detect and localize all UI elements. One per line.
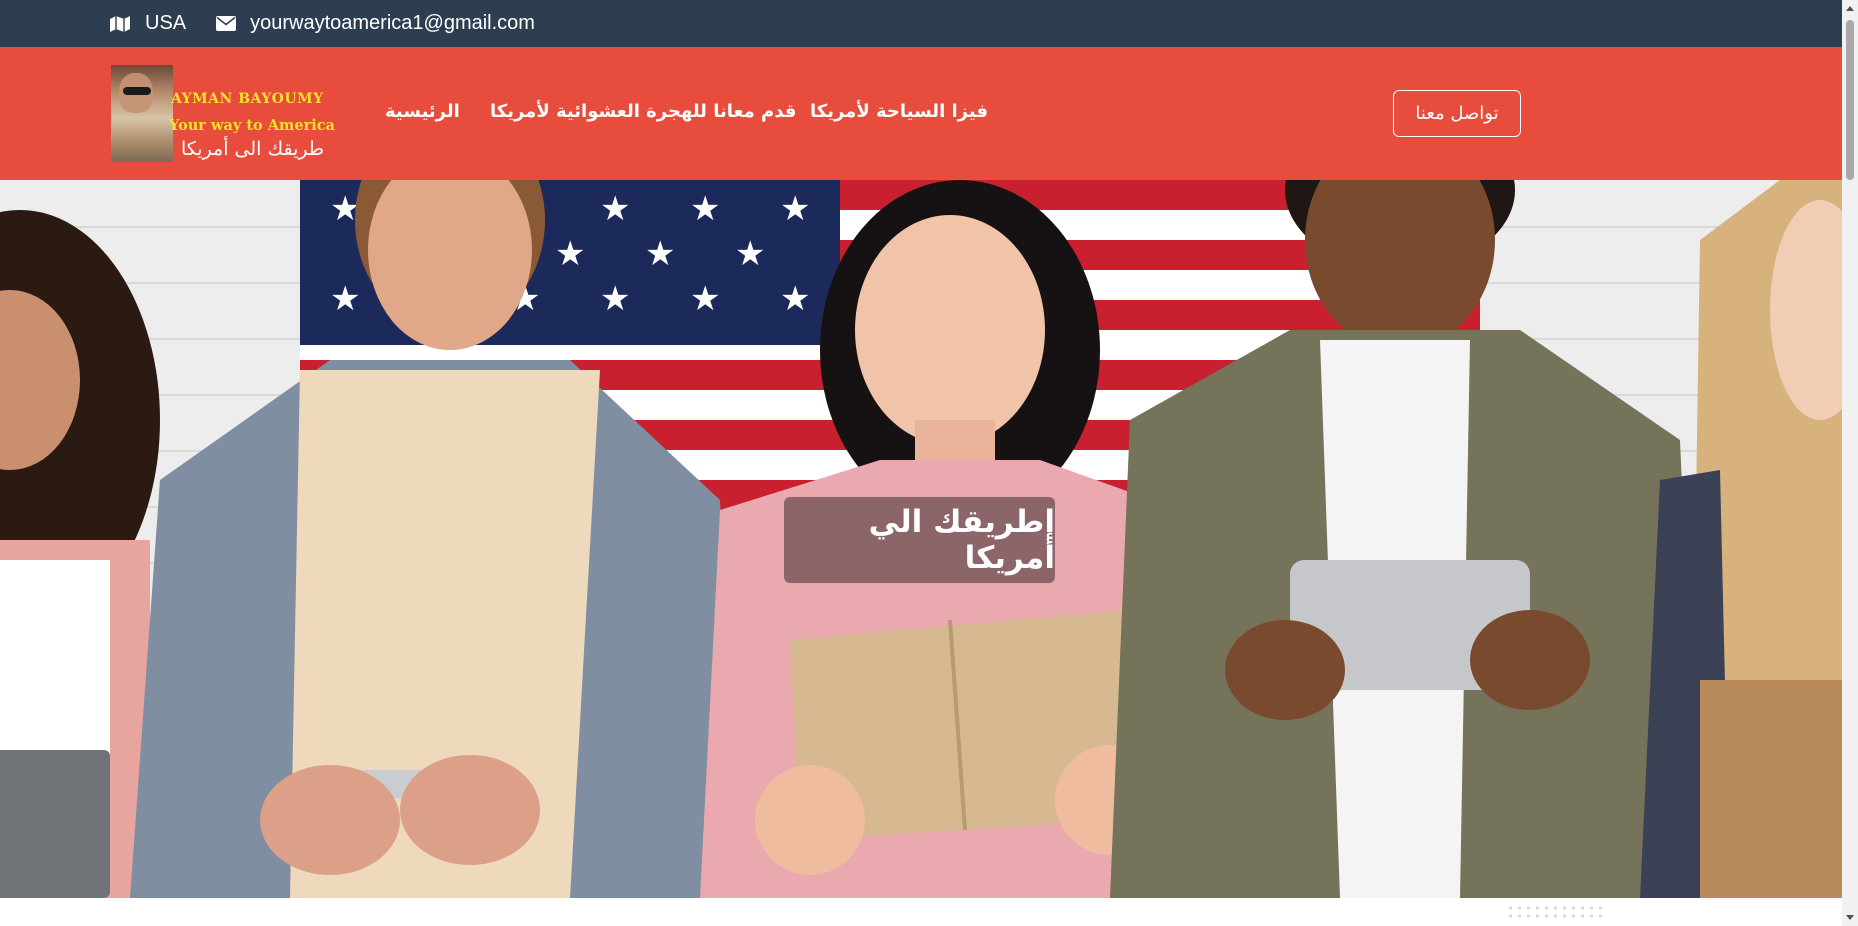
location-info: USA — [109, 12, 186, 35]
svg-text:★: ★ — [555, 234, 585, 274]
svg-text:★: ★ — [600, 189, 630, 229]
svg-text:★: ★ — [645, 234, 675, 274]
svg-text:★: ★ — [690, 189, 720, 229]
nav-home-link[interactable]: الرئيسية — [385, 101, 460, 122]
location-text: USA — [145, 12, 187, 34]
hero-banner: ★★★★★★ ★★★★★ ★★★★★★ — [0, 180, 1842, 898]
svg-text:★: ★ — [690, 279, 720, 319]
svg-text:★: ★ — [330, 279, 360, 319]
hero-caption: إطريقك الي أمريكا — [784, 497, 1055, 583]
nav-visa-link[interactable]: فيزا السياحة لأمريكا — [810, 101, 988, 122]
decorative-dots — [1506, 904, 1606, 922]
svg-text:★: ★ — [780, 279, 810, 319]
logo-name: AYMAN BAYOUMY — [171, 91, 324, 107]
scroll-thumb[interactable] — [1846, 20, 1854, 180]
page-scrollbar[interactable] — [1842, 0, 1858, 926]
svg-text:★: ★ — [780, 189, 810, 229]
email-info[interactable]: yourwaytoamerica1@gmail.com — [216, 12, 535, 35]
nav-lottery-link[interactable]: قدم معانا للهجرة العشوائية لأمريكا — [490, 101, 796, 122]
envelope-icon — [216, 16, 237, 31]
map-icon — [109, 15, 131, 33]
email-text[interactable]: yourwaytoamerica1@gmail.com — [250, 12, 535, 35]
scroll-down-icon[interactable] — [1846, 915, 1854, 920]
scroll-up-icon[interactable] — [1846, 6, 1854, 11]
site-logo[interactable]: AYMAN BAYOUMY Your way to America طريقك … — [111, 65, 336, 162]
main-navbar: AYMAN BAYOUMY Your way to America طريقك … — [0, 47, 1842, 180]
svg-text:★: ★ — [600, 279, 630, 319]
logo-portrait — [111, 65, 173, 162]
contact-button[interactable]: تواصل معنا — [1393, 90, 1521, 137]
top-info-bar: USA yourwaytoamerica1@gmail.com — [0, 0, 1842, 47]
svg-text:★: ★ — [735, 234, 765, 274]
logo-arabic-tagline: طريقك الى أمريكا — [181, 138, 325, 160]
logo-tagline: Your way to America — [169, 117, 335, 134]
